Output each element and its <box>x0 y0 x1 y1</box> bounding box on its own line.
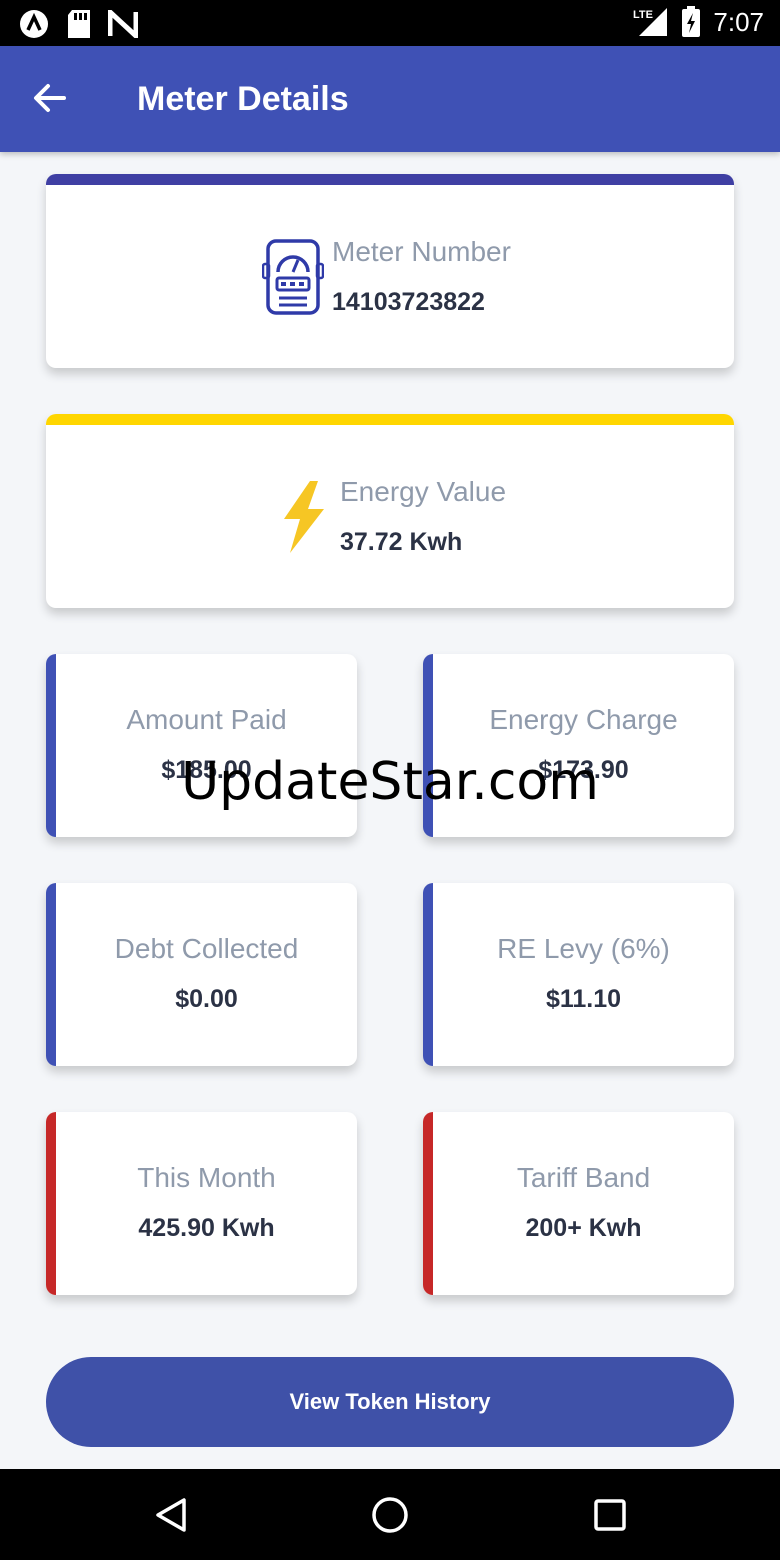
stat-value: $11.10 <box>545 985 622 1013</box>
view-token-history-button[interactable]: View Token History <box>46 1357 734 1447</box>
card-accent-line <box>423 883 433 1066</box>
stat-value: $173.90 <box>538 756 629 784</box>
card-accent-line <box>46 883 56 1066</box>
stat-label: This Month <box>137 1162 276 1193</box>
stat-card-amount-paid: Amount Paid $185.00 <box>46 654 357 837</box>
stat-label: Tariff Band <box>516 1162 651 1193</box>
stat-card-this-month: This Month 425.90 Kwh <box>46 1112 357 1295</box>
battery-charging-icon <box>682 6 701 37</box>
stat-value: 425.90 Kwh <box>138 1214 275 1242</box>
lte-signal-icon: LTE <box>633 8 668 36</box>
stat-value: 200+ Kwh <box>525 1214 642 1242</box>
page-title: Meter Details <box>137 80 349 118</box>
status-time: 7:07 <box>713 6 764 37</box>
meter-number-label: Meter Number <box>332 236 511 267</box>
energy-value-card: Energy Value 37.72 Kwh <box>46 414 734 608</box>
arrow-left-icon <box>34 84 66 112</box>
stat-label: Debt Collected <box>114 933 299 964</box>
status-bar: LTE 7:07 <box>0 0 780 46</box>
back-triangle-icon[interactable] <box>152 1495 192 1535</box>
stat-card-tariff-band: Tariff Band 200+ Kwh <box>423 1112 734 1295</box>
stat-label: RE Levy (6%) <box>497 933 670 964</box>
recents-square-icon[interactable] <box>590 1495 630 1535</box>
app-bar: Meter Details <box>0 46 780 152</box>
stat-card-energy-charge: Energy Charge $173.90 <box>423 654 734 837</box>
card-accent-line <box>46 1112 56 1295</box>
card-accent-line <box>423 1112 433 1295</box>
svg-text:LTE: LTE <box>633 9 653 21</box>
card-accent-line <box>46 654 56 837</box>
stat-card-re-levy: RE Levy (6%) $11.10 <box>423 883 734 1066</box>
navigation-bar <box>0 1469 780 1560</box>
stat-card-debt-collected: Debt Collected $0.00 <box>46 883 357 1066</box>
n-icon <box>108 10 138 38</box>
sd-card-icon <box>68 10 90 38</box>
lightning-bolt-icon <box>284 480 324 553</box>
stat-value: $0.00 <box>175 985 238 1013</box>
stat-value: $185.00 <box>161 756 252 784</box>
notification-a-icon <box>20 10 48 38</box>
meter-number-card: Meter Number 14103723822 <box>46 174 734 368</box>
card-accent-line <box>46 414 734 425</box>
home-circle-icon[interactable] <box>370 1495 410 1535</box>
stat-label: Energy Charge <box>489 704 678 735</box>
energy-value-value: 37.72 Kwh <box>340 528 463 556</box>
energy-value-label: Energy Value <box>340 476 507 507</box>
card-accent-line <box>423 654 433 837</box>
card-accent-line <box>46 174 734 185</box>
stat-label: Amount Paid <box>126 704 287 735</box>
meter-icon <box>262 238 324 315</box>
meter-number-value: 14103723822 <box>332 288 485 316</box>
back-button[interactable] <box>28 76 72 120</box>
